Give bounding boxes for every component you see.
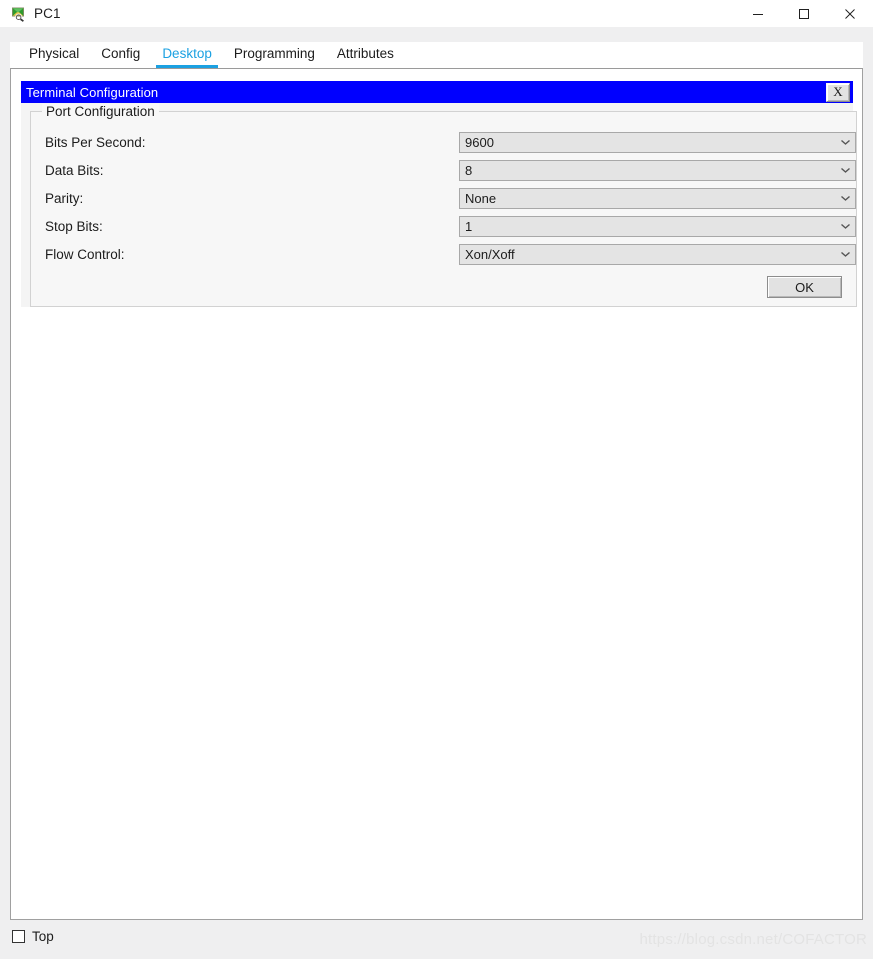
- label-bits-per-second: Bits Per Second:: [45, 134, 146, 150]
- data-bits-value: 8: [465, 162, 473, 178]
- dialog-close-button[interactable]: X: [826, 82, 850, 102]
- watermark-text: https://blog.csdn.net/COFACTOR: [639, 931, 867, 948]
- pc-device-icon: [10, 6, 26, 22]
- port-configuration-group: Port Configuration Bits Per Second: 9600…: [30, 104, 857, 307]
- tab-attributes-label: Attributes: [336, 46, 394, 61]
- window-controls: [735, 0, 873, 27]
- label-parity: Parity:: [45, 190, 84, 206]
- chevron-down-icon: [837, 166, 853, 174]
- stop-bits-select[interactable]: 1: [459, 215, 856, 237]
- top-checkbox[interactable]: [12, 930, 25, 943]
- flow-control-value: Xon/Xoff: [465, 246, 515, 262]
- terminal-configuration-dialog: Terminal Configuration X Port Configurat…: [21, 81, 857, 307]
- ok-button[interactable]: OK: [767, 276, 842, 298]
- chevron-down-icon: [837, 250, 853, 258]
- window-title: PC1: [34, 6, 61, 21]
- minimize-icon: [753, 13, 763, 15]
- bits-per-second-value: 9600: [465, 134, 494, 150]
- chevron-down-icon: [837, 194, 853, 202]
- label-flow-control: Flow Control:: [45, 246, 125, 262]
- row-data-bits: Data Bits: 8: [31, 156, 856, 184]
- port-configuration-fields: Bits Per Second: 9600 Data Bits: 8 Parit…: [31, 112, 856, 298]
- tab-config-label: Config: [101, 46, 141, 61]
- parity-select[interactable]: None: [459, 187, 856, 209]
- bits-per-second-select[interactable]: 9600: [459, 131, 856, 153]
- close-button[interactable]: [827, 0, 873, 27]
- row-parity: Parity: None: [31, 184, 856, 212]
- row-flow-control: Flow Control: Xon/Xoff: [31, 240, 856, 268]
- footer-bar: Top https://blog.csdn.net/COFACTOR: [0, 920, 873, 959]
- tab-physical-label: Physical: [29, 46, 80, 61]
- close-icon: [845, 8, 855, 19]
- tab-config[interactable]: Config: [90, 42, 151, 68]
- maximize-icon: [799, 8, 809, 19]
- tab-programming[interactable]: Programming: [223, 42, 326, 68]
- port-configuration-legend: Port Configuration: [42, 104, 159, 119]
- chevron-down-icon: [837, 222, 853, 230]
- parity-value: None: [465, 190, 497, 206]
- tab-physical[interactable]: Physical: [18, 42, 90, 68]
- flow-control-select[interactable]: Xon/Xoff: [459, 243, 856, 265]
- page-left-edge: [0, 42, 10, 920]
- minimize-button[interactable]: [735, 0, 781, 27]
- page-right-edge: [863, 42, 873, 920]
- dialog-button-row: OK: [31, 268, 856, 298]
- tab-attributes[interactable]: Attributes: [326, 42, 405, 68]
- label-stop-bits: Stop Bits:: [45, 218, 103, 234]
- maximize-button[interactable]: [781, 0, 827, 27]
- dialog-titlebar: Terminal Configuration X: [21, 81, 853, 103]
- dialog-title: Terminal Configuration: [26, 84, 159, 100]
- tabstrip-background: [0, 27, 873, 42]
- tab-bar: Physical Config Desktop Programming Attr…: [10, 42, 863, 68]
- top-checkbox-label: Top: [32, 929, 54, 944]
- chevron-down-icon: [837, 138, 853, 146]
- label-data-bits: Data Bits:: [45, 162, 104, 178]
- desktop-content-panel: Terminal Configuration X Port Configurat…: [10, 68, 863, 920]
- row-bits-per-second: Bits Per Second: 9600: [31, 128, 856, 156]
- data-bits-select[interactable]: 8: [459, 159, 856, 181]
- window-titlebar: PC1: [0, 0, 873, 28]
- stop-bits-value: 1: [465, 218, 473, 234]
- tab-programming-label: Programming: [233, 46, 315, 61]
- top-checkbox-row[interactable]: Top: [12, 929, 54, 944]
- tab-desktop-label: Desktop: [162, 46, 212, 61]
- tab-desktop[interactable]: Desktop: [151, 42, 223, 68]
- row-stop-bits: Stop Bits: 1: [31, 212, 856, 240]
